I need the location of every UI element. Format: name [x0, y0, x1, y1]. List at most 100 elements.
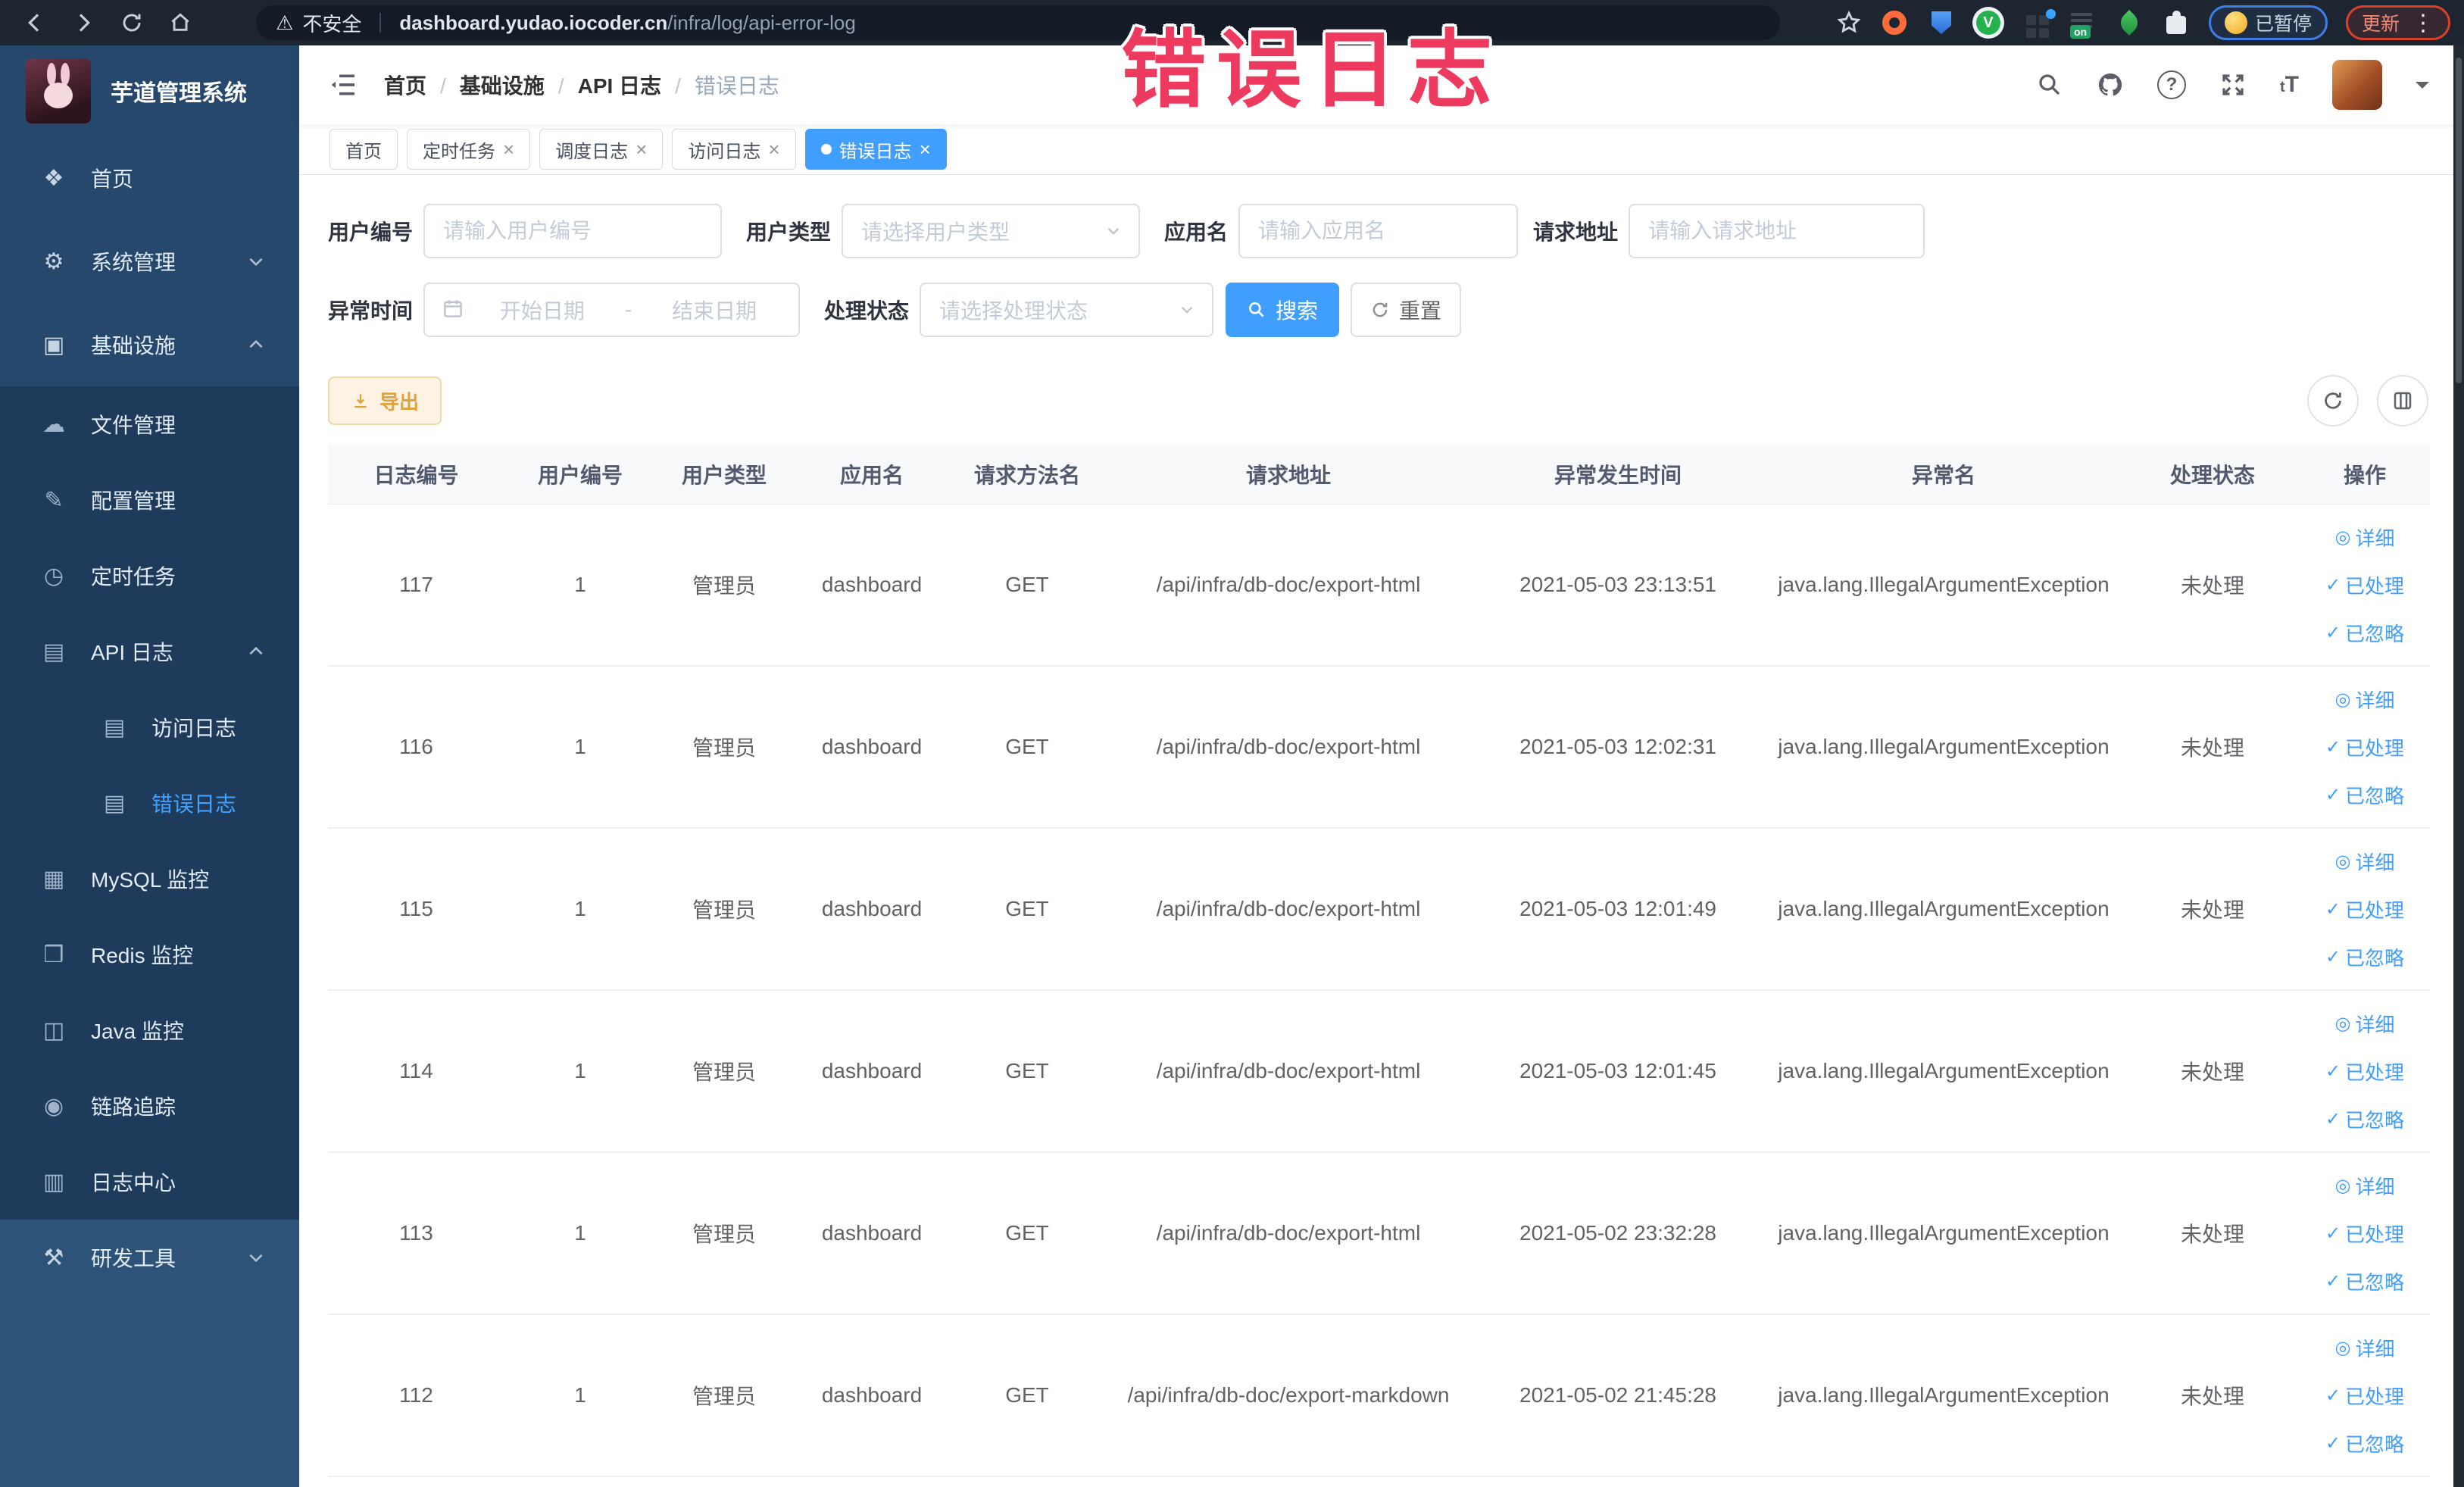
leaf-extension-icon[interactable] [2115, 8, 2144, 37]
tab-tag[interactable]: 调度日志 × [539, 129, 664, 170]
row-action-link[interactable]: ◎ 详细 [2335, 1334, 2395, 1362]
reload-icon[interactable] [111, 2, 153, 43]
row-action-link[interactable]: ✓ 已处理 [2325, 733, 2404, 761]
column-header[interactable]: 用户编号 [504, 445, 656, 505]
cell-log-id: 114 [328, 990, 504, 1153]
row-action-link[interactable]: ✓ 已处理 [2325, 895, 2404, 923]
tab-tag[interactable]: 错误日志 × [804, 129, 947, 170]
home-icon[interactable] [159, 2, 201, 43]
sidebar-item[interactable]: ▦ MySQL 监控 [0, 841, 299, 917]
row-action-link[interactable]: ✓ 已忽略 [2325, 1429, 2404, 1457]
caret-down-icon[interactable] [2416, 81, 2429, 95]
close-icon[interactable]: × [768, 138, 779, 161]
search-icon[interactable] [2036, 71, 2063, 98]
reset-button[interactable]: 重置 [1351, 283, 1462, 337]
row-action-link[interactable]: ✓ 已忽略 [2325, 1105, 2404, 1133]
row-action-link[interactable]: ◎ 详细 [2335, 1010, 2395, 1038]
action-label: 已忽略 [2345, 946, 2405, 970]
scrollbar[interactable] [2453, 45, 2464, 1487]
sidebar-item[interactable]: ▤ 错误日志 [0, 765, 299, 841]
column-header[interactable]: 异常名 [1762, 445, 2125, 505]
date-range-picker[interactable]: 开始日期 - 结束日期 [423, 283, 801, 337]
paused-badge[interactable]: 已暂停 [2208, 5, 2328, 40]
search-button[interactable]: 搜索 [1226, 283, 1340, 337]
sidebar-item[interactable]: ◫ Java 监控 [0, 992, 299, 1068]
back-icon[interactable] [14, 2, 56, 43]
breadcrumb-item[interactable]: 错误日志 [695, 70, 779, 100]
row-action-link[interactable]: ◎ 详细 [2335, 848, 2395, 876]
tab-tag[interactable]: 定时任务 × [407, 129, 531, 170]
user-id-input[interactable] [425, 219, 721, 243]
sidebar-item[interactable]: ⚒ 研发工具 [0, 1220, 299, 1295]
bookmark-star-icon[interactable] [1836, 10, 1862, 36]
column-header[interactable]: 操作 [2300, 445, 2430, 505]
breadcrumb-item[interactable]: API 日志 [578, 70, 695, 100]
tab-tag[interactable]: 访问日志 × [672, 129, 796, 170]
column-header[interactable]: 请求方法名 [951, 445, 1103, 505]
green-v-extension-icon[interactable]: V [1974, 8, 2003, 37]
sidebar-item[interactable]: ❖ 首页 [0, 136, 299, 220]
font-size-icon[interactable]: tT [2280, 72, 2299, 98]
sidebar-item[interactable]: ☁ 文件管理 [0, 386, 299, 462]
start-date-placeholder[interactable]: 开始日期 [475, 295, 610, 325]
close-icon[interactable]: × [636, 138, 647, 161]
row-action-link[interactable]: ◎ 详细 [2335, 1172, 2395, 1200]
breadcrumb-item[interactable]: 首页 [384, 70, 460, 100]
column-header[interactable]: 应用名 [792, 445, 951, 505]
export-button[interactable]: 导出 [328, 376, 442, 425]
row-action-link[interactable]: ✓ 已忽略 [2325, 1267, 2404, 1295]
tab-tag[interactable]: 首页 [329, 129, 398, 170]
end-date-placeholder[interactable]: 结束日期 [647, 295, 782, 325]
app-name-input[interactable] [1240, 219, 1517, 243]
fullscreen-icon[interactable] [2219, 71, 2247, 98]
column-header[interactable]: 异常发生时间 [1474, 445, 1762, 505]
adblock-extension-icon[interactable] [1880, 8, 1909, 37]
sidebar-item[interactable]: ◉ 链路追踪 [0, 1068, 299, 1144]
row-action-link[interactable]: ✓ 已忽略 [2325, 781, 2404, 809]
shield-extension-icon[interactable] [1927, 8, 1956, 37]
sidebar-item[interactable]: ◷ 定时任务 [0, 538, 299, 614]
refresh-icon[interactable] [2307, 375, 2359, 426]
column-header[interactable]: 请求地址 [1103, 445, 1474, 505]
row-action-link[interactable]: ✓ 已忽略 [2325, 943, 2404, 971]
row-action-link[interactable]: ✓ 已处理 [2325, 1382, 2404, 1410]
avatar[interactable] [2332, 60, 2382, 110]
scrollbar-thumb[interactable] [2456, 58, 2462, 383]
breadcrumb-item[interactable]: 基础设施 [460, 70, 578, 100]
process-status-select[interactable]: 请选择处理状态 [920, 283, 1214, 337]
close-icon[interactable]: × [920, 138, 931, 161]
forward-icon[interactable] [62, 2, 105, 43]
row-action-link[interactable]: ✓ 已处理 [2325, 571, 2404, 599]
github-icon[interactable] [2097, 71, 2124, 98]
sidebar-item[interactable]: ✎ 配置管理 [0, 462, 299, 538]
column-header[interactable]: 处理状态 [2125, 445, 2300, 505]
address-bar[interactable]: ⚠ 不安全 dashboard.yudao.iocoder.cn/infra/l… [256, 5, 1780, 40]
row-action-link[interactable]: ✓ 已忽略 [2325, 619, 2404, 647]
row-action-link[interactable]: ✓ 已处理 [2325, 1220, 2404, 1248]
row-action-link[interactable]: ◎ 详细 [2335, 523, 2395, 551]
sidebar-item[interactable]: ⚙ 系统管理 [0, 220, 299, 303]
sidebar-item[interactable]: ❒ Redis 监控 [0, 917, 299, 992]
user-type-select[interactable]: 请选择用户类型 [842, 204, 1141, 258]
sidebar-item[interactable]: ▤ 访问日志 [0, 689, 299, 765]
column-header[interactable]: 用户类型 [656, 445, 792, 505]
help-icon[interactable]: ? [2157, 70, 2186, 99]
sidebar-item[interactable]: ▣ 基础设施 [0, 303, 299, 386]
close-icon[interactable]: × [503, 138, 514, 161]
sidebar-item[interactable]: ▥ 日志中心 [0, 1144, 299, 1220]
row-action-link[interactable]: ◎ 详细 [2335, 686, 2395, 714]
cell-user-type: 管理员 [656, 666, 792, 829]
switch-on-extension-icon[interactable]: on [2068, 8, 2097, 39]
column-header[interactable]: 日志编号 [328, 445, 504, 505]
puzzle-extension-icon[interactable] [2162, 8, 2191, 37]
request-url-input[interactable] [1630, 219, 1924, 243]
row-action-link[interactable]: ✓ 已处理 [2325, 1057, 2404, 1086]
hamburger-icon[interactable] [328, 70, 358, 100]
columns-icon[interactable] [2377, 375, 2428, 426]
app-logo[interactable]: 芋道管理系统 [0, 45, 299, 136]
sidebar-item[interactable]: ▤ API 日志 [0, 614, 299, 689]
config-icon: ✎ [44, 487, 64, 513]
browser-menu-icon[interactable]: ⋮ [2412, 10, 2434, 36]
update-button[interactable]: 更新 ⋮ [2345, 5, 2450, 40]
grid-extension-icon[interactable] [2021, 8, 2056, 37]
